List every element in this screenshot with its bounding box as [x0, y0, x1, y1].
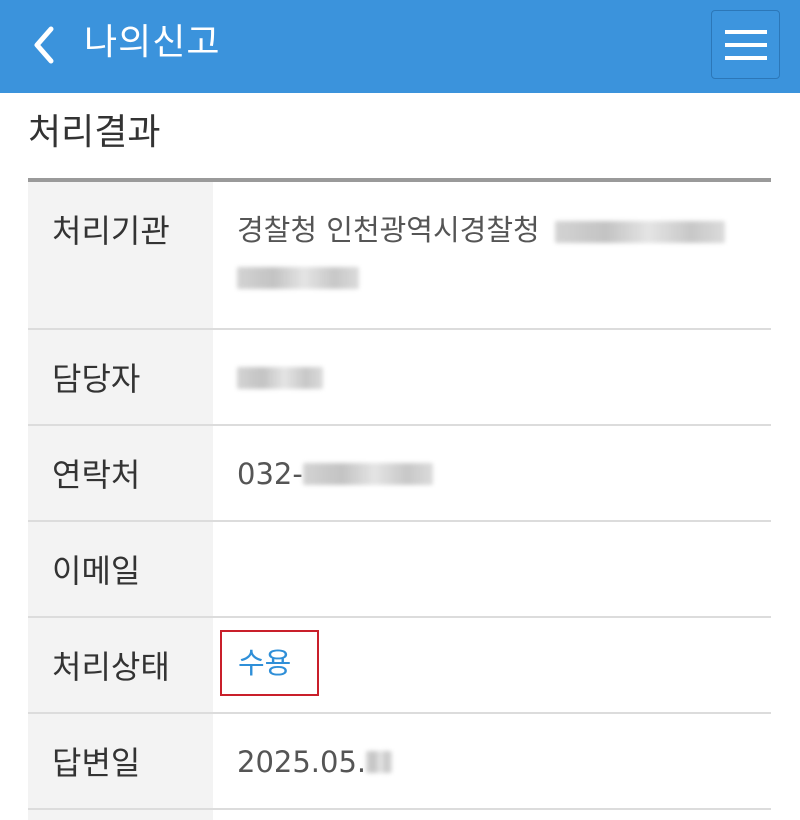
redacted-text	[237, 267, 359, 289]
table-row-next	[28, 810, 771, 820]
row-label: 이메일	[28, 522, 213, 616]
table-row-agency: 처리기관 경찰청 인천광역시경찰청	[28, 182, 771, 330]
row-label: 처리상태	[28, 618, 213, 712]
table-row-reply-date: 답변일 2025.05.	[28, 714, 771, 810]
officer-value	[213, 330, 771, 424]
hamburger-menu-icon	[724, 29, 767, 60]
section-title: 처리결과	[28, 112, 161, 153]
menu-button[interactable]	[711, 10, 780, 79]
chevron-left-icon	[34, 26, 54, 64]
reply-date-value: 2025.05.	[213, 714, 771, 808]
agency-text: 경찰청 인천광역시경찰청	[237, 213, 540, 247]
result-table: 처리기관 경찰청 인천광역시경찰청 담당자 연락처 032- 이메일 처리상태 …	[28, 178, 771, 820]
row-value	[213, 810, 771, 820]
row-label: 처리기관	[28, 182, 213, 328]
table-row-email: 이메일	[28, 522, 771, 618]
row-label	[28, 810, 213, 820]
status-value: 수용	[213, 618, 771, 712]
redacted-text	[366, 751, 393, 773]
redacted-text	[302, 463, 433, 485]
row-label: 연락처	[28, 426, 213, 520]
row-label: 답변일	[28, 714, 213, 808]
table-row-status: 처리상태 수용	[28, 618, 771, 714]
row-label: 담당자	[28, 330, 213, 424]
status-link[interactable]: 수용	[238, 641, 291, 685]
contact-value: 032-	[213, 426, 771, 520]
contact-text: 032-	[237, 457, 303, 491]
agency-value: 경찰청 인천광역시경찰청	[213, 182, 771, 328]
table-row-contact: 연락처 032-	[28, 426, 771, 522]
redacted-text	[237, 367, 323, 389]
page-title: 나의신고	[84, 22, 221, 63]
table-row-officer: 담당자	[28, 330, 771, 426]
redacted-text	[554, 221, 725, 243]
app-bar: 나의신고	[0, 0, 800, 93]
back-button[interactable]	[26, 22, 62, 68]
email-value	[213, 522, 771, 616]
status-highlight: 수용	[220, 630, 319, 696]
reply-date-text: 2025.05.	[237, 745, 367, 779]
